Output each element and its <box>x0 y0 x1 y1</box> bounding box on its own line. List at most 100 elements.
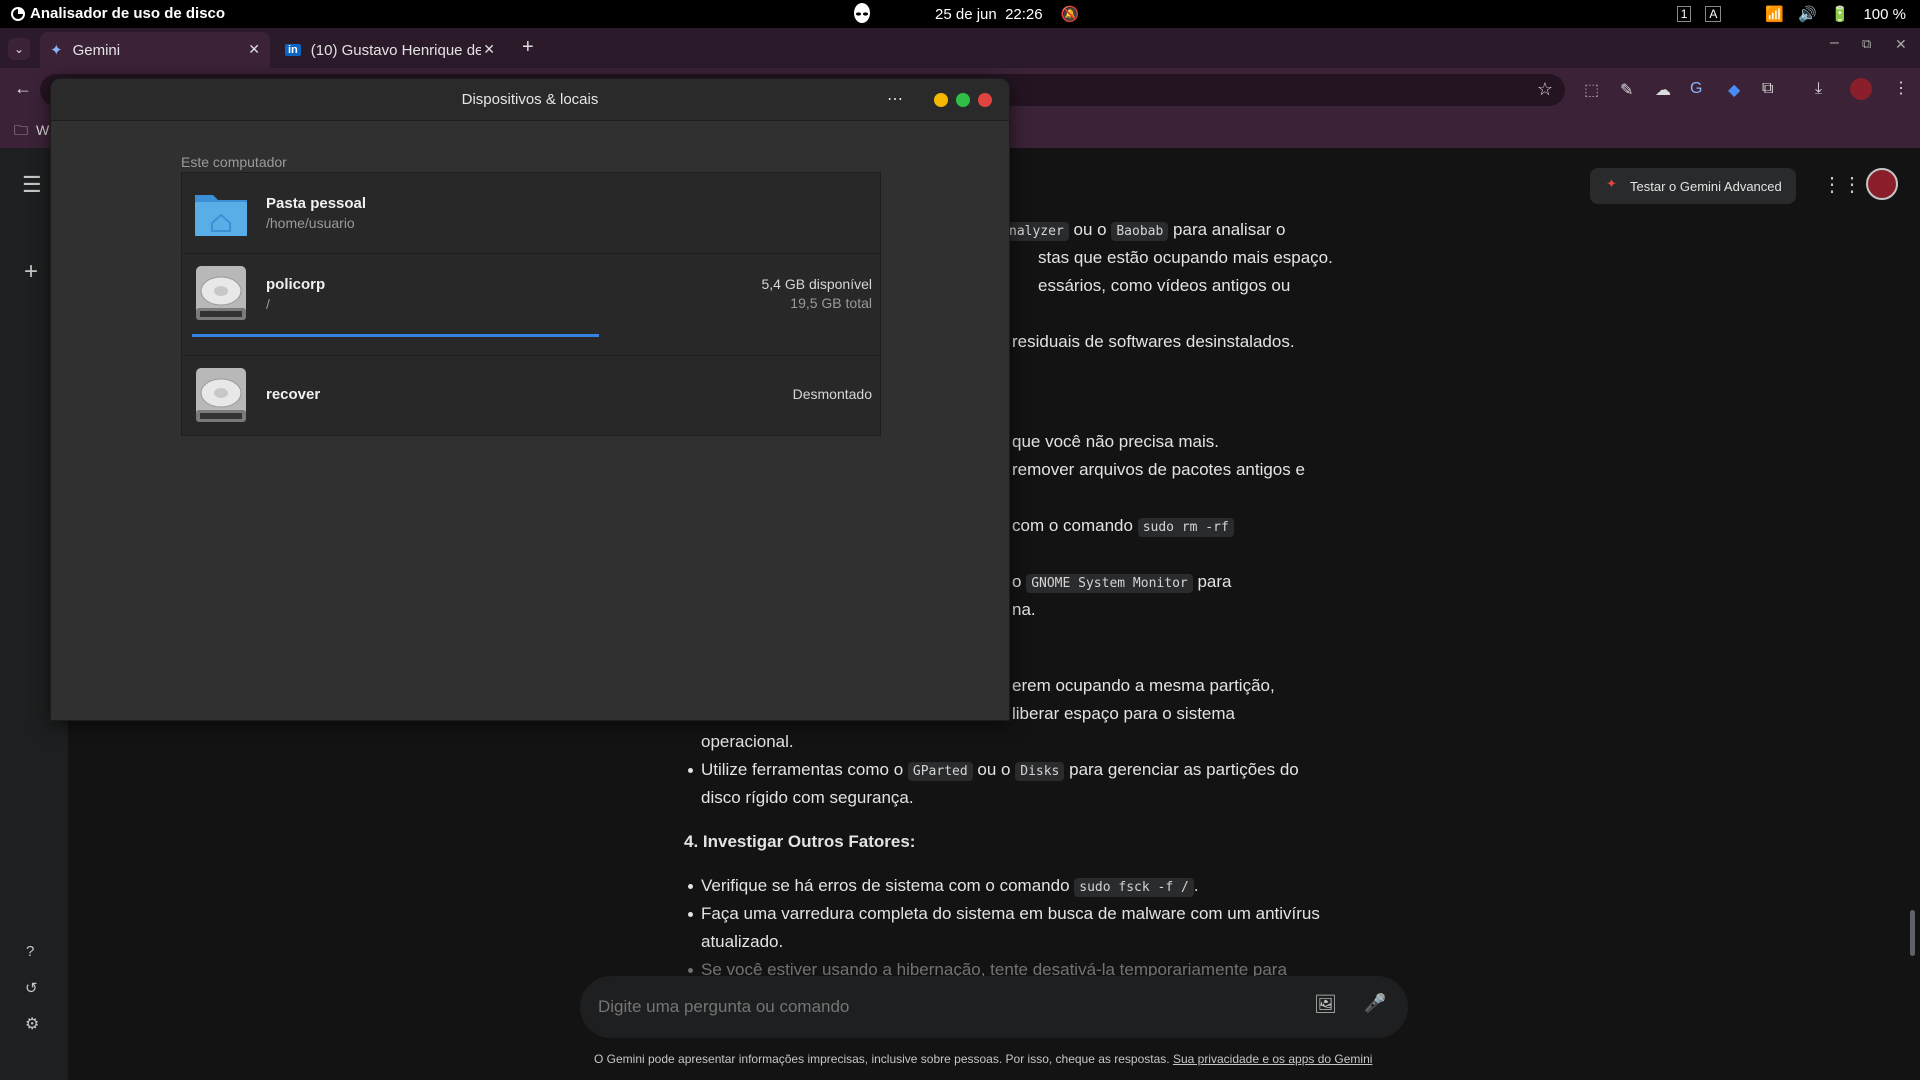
restore-icon[interactable]: ⧉ <box>1862 36 1871 52</box>
window-title: Dispositivos & locais <box>461 91 599 108</box>
inline-code: sudo fsck -f / <box>1074 878 1194 897</box>
tab-linkedin[interactable]: in (10) Gustavo Henrique de ✕ <box>275 32 505 68</box>
list-item: Verifique se há erros de sistema com o c… <box>701 872 1199 902</box>
list-item-recover[interactable]: recover Desmontado <box>182 356 880 437</box>
list-bullet <box>688 968 693 973</box>
minimize-window-button[interactable] <box>934 93 948 107</box>
inline-code: sudo rm -rf <box>1137 518 1234 537</box>
workspace-1-icon: 1 <box>1676 6 1692 22</box>
microphone-icon[interactable]: 🎤 <box>1364 993 1386 1014</box>
minimize-icon[interactable]: – <box>1830 34 1839 52</box>
extensions-icon[interactable]: ⧉ <box>1762 80 1773 98</box>
location-name: recover <box>266 386 321 403</box>
gemini-advanced-button[interactable]: ✦ Testar o Gemini Advanced <box>1590 168 1796 204</box>
list-item-policorp[interactable]: policorp / 5,4 GB disponível 19,5 GB tot… <box>182 254 880 356</box>
location-path: /home/usuario <box>266 215 355 231</box>
maximize-window-button[interactable] <box>956 93 970 107</box>
list-item: Faça uma varredura completa do sistema e… <box>701 904 1320 923</box>
list-item-home[interactable]: Pasta pessoal /home/usuario <box>182 173 880 254</box>
tab-label: (10) Gustavo Henrique de <box>310 41 481 59</box>
close-window-button[interactable] <box>978 93 992 107</box>
new-chat-icon[interactable]: + <box>24 258 38 286</box>
battery-percent: 100 % <box>1863 5 1906 23</box>
extension-2-icon[interactable]: ◆ <box>1728 80 1740 100</box>
system-tray[interactable]: 1 A 📶 🔊 🔋 100 % <box>1676 5 1906 23</box>
text: ou o <box>972 760 1016 779</box>
response-line: que você não precisa mais. <box>1012 432 1219 451</box>
menu-icon[interactable]: ⋮ <box>1893 78 1909 98</box>
clock[interactable]: 25 de jun 22:26 🔕 <box>935 5 1079 23</box>
new-tab-button[interactable]: + <box>522 36 534 59</box>
date: 25 de jun <box>935 6 997 23</box>
disclaimer-footer: O Gemini pode apresentar informações imp… <box>594 1052 1372 1066</box>
bookmark-star-icon[interactable]: ☆ <box>1537 79 1553 100</box>
response-line: remover arquivos de pacotes antigos e <box>1012 460 1305 479</box>
hard-disk-icon <box>196 266 246 320</box>
hard-disk-icon <box>196 368 246 422</box>
list-bullet <box>688 912 693 917</box>
home-folder-icon <box>195 195 247 236</box>
profile-avatar[interactable] <box>1850 78 1872 100</box>
text: o <box>1012 572 1027 591</box>
locations-list: Pasta pessoal /home/usuario policorp / 5… <box>181 172 881 436</box>
close-tab-icon[interactable]: ✕ <box>248 41 260 58</box>
close-window-icon[interactable]: ✕ <box>1895 36 1907 53</box>
disclaimer-text: O Gemini pode apresentar informações imp… <box>594 1052 1173 1066</box>
response-line: liberar espaço para o sistema <box>1012 704 1236 723</box>
gnome-top-bar: Analisador de uso de disco 25 de jun 22:… <box>0 0 1920 28</box>
more-options-icon[interactable]: ⋯ <box>887 89 903 109</box>
notifications-off-icon: 🔕 <box>1060 6 1080 23</box>
folder-icon[interactable]: 🗀 <box>14 120 28 144</box>
text: para analisar o <box>1168 220 1286 239</box>
sparkle-icon: ✦ <box>1606 176 1617 191</box>
bookmark-folder[interactable]: W <box>36 122 49 138</box>
tab-search-icon[interactable]: ⌄ <box>8 38 30 60</box>
section-heading: 4. Investigar Outros Fatores: <box>684 832 916 851</box>
text: ou o <box>1068 220 1112 239</box>
activities-app-menu[interactable]: Analisador de uso de disco <box>10 5 225 22</box>
window-header[interactable]: Dispositivos & locais ⋯ <box>51 79 1009 121</box>
response-line: na. <box>1012 600 1036 619</box>
alien-logo-icon[interactable] <box>850 2 874 26</box>
help-icon[interactable]: ? <box>26 943 34 960</box>
eyedropper-icon[interactable]: ✎ <box>1620 80 1633 100</box>
inline-code: Disks <box>1015 762 1065 781</box>
response-line: disco rígido com segurança. <box>701 788 914 807</box>
add-image-icon[interactable]: 🖼 <box>1314 994 1337 1015</box>
text: . <box>1193 876 1199 895</box>
scrollbar-thumb[interactable] <box>1910 910 1915 956</box>
total-space: 19,5 GB total <box>790 295 872 311</box>
text: Verifique se há erros de sistema com o c… <box>701 876 1075 895</box>
inline-code: GParted <box>907 762 973 781</box>
battery-icon: 🔋 <box>1830 6 1850 23</box>
apps-grid-icon[interactable]: ⋮⋮ <box>1822 172 1862 197</box>
prompt-box[interactable]: 🖼 🎤 <box>580 976 1408 1038</box>
activity-icon[interactable]: ↺ <box>25 979 38 997</box>
download-icon[interactable]: ⤓ <box>1815 80 1822 98</box>
translate-icon[interactable]: G <box>1690 80 1702 98</box>
inline-code: nalyzer <box>1004 222 1069 241</box>
close-tab-icon[interactable]: ✕ <box>483 41 495 58</box>
response-line: essários, como vídeos antigos ou <box>1038 276 1291 295</box>
prompt-input[interactable] <box>598 994 1278 1020</box>
tab-gemini[interactable]: ✦ Gemini ✕ <box>40 32 270 68</box>
account-avatar[interactable] <box>1866 168 1898 200</box>
back-icon[interactable]: ← <box>14 78 32 99</box>
privacy-link[interactable]: Sua privacidade e os apps do Gemini <box>1173 1052 1372 1066</box>
time: 22:26 <box>1005 6 1043 23</box>
usage-bar <box>192 334 870 337</box>
volume-icon: 🔊 <box>1798 6 1817 23</box>
response-line: erem ocupando a mesma partição, <box>1012 676 1275 695</box>
response-line: nalyzer ou o Baobab para analisar o <box>1004 216 1286 246</box>
extension-1-icon[interactable]: ☁ <box>1655 80 1671 100</box>
browser-tab-strip: ⌄ ✦ Gemini ✕ in (10) Gustavo Henrique de… <box>0 28 1920 68</box>
available-space: 5,4 GB disponível <box>761 276 872 292</box>
input-method-icon: A <box>1705 6 1722 22</box>
settings-icon[interactable]: ⚙ <box>25 1014 39 1034</box>
advanced-label: Testar o Gemini Advanced <box>1630 178 1782 194</box>
section-label: Este computador <box>181 154 287 170</box>
screenshot-icon[interactable]: ⬚ <box>1584 80 1599 100</box>
response-line: com o comando sudo rm -rf <box>1012 512 1234 542</box>
location-path: / <box>266 296 270 312</box>
hamburger-menu-icon[interactable]: ☰ <box>22 172 42 198</box>
